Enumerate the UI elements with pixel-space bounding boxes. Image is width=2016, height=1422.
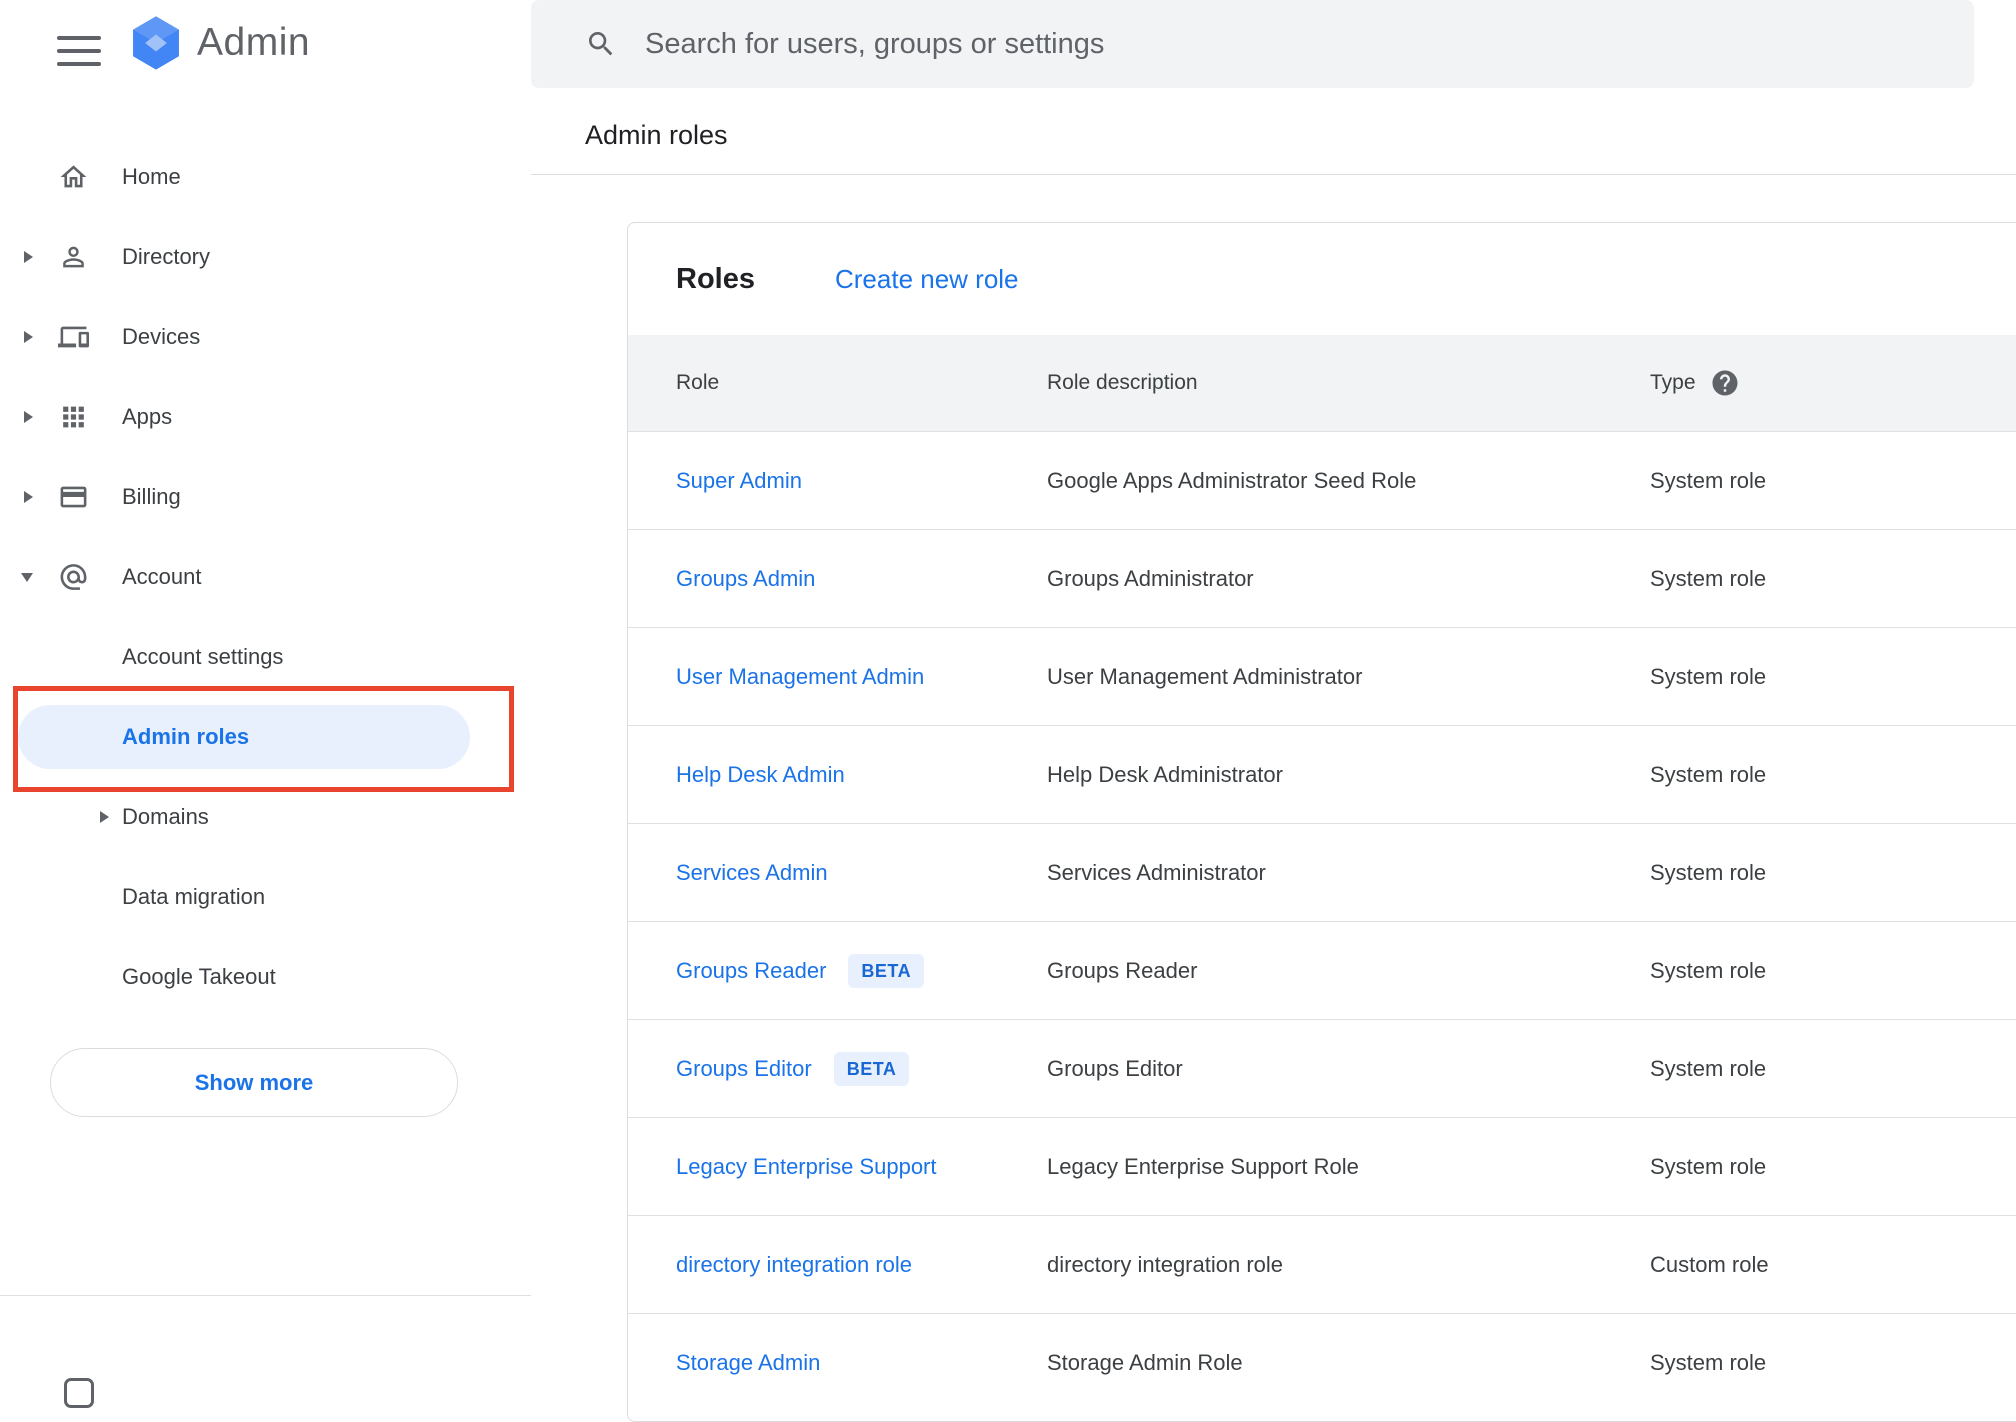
expand-arrow-icon[interactable]: [24, 251, 33, 263]
role-description: Groups Administrator: [1047, 565, 1254, 591]
expand-arrow-icon[interactable]: [24, 331, 33, 343]
role-link[interactable]: Super Admin: [676, 468, 802, 494]
sidebar-divider: [0, 1295, 531, 1296]
sidebar-item-label: Billing: [122, 484, 181, 509]
sidebar-item-account-settings[interactable]: Account settings: [0, 617, 531, 697]
role-description: directory integration role: [1047, 1251, 1284, 1277]
role-link[interactable]: Groups Reader: [676, 958, 826, 984]
sidebar-item-data-migration[interactable]: Data migration: [0, 857, 531, 937]
header-divider: [531, 174, 2016, 175]
sidebar-item-label: Domains: [122, 804, 209, 829]
role-type: System role: [1650, 663, 1767, 689]
role-type: System role: [1650, 565, 1767, 591]
sidebar-item-apps[interactable]: Apps: [0, 377, 531, 457]
sidebar-item-label: Home: [122, 164, 181, 189]
sidebar-item-billing[interactable]: Billing: [0, 457, 531, 537]
expand-arrow-icon[interactable]: [24, 411, 33, 423]
role-type: System role: [1650, 1349, 1767, 1375]
role-link[interactable]: User Management Admin: [676, 664, 924, 690]
sidebar-item-label: Account: [122, 564, 202, 589]
sidebar-item-domains[interactable]: Domains: [0, 777, 531, 857]
role-description: User Management Administrator: [1047, 663, 1363, 689]
sidebar-item-label: Google Takeout: [122, 964, 276, 989]
sidebar-item-devices[interactable]: Devices: [0, 297, 531, 377]
role-link[interactable]: Legacy Enterprise Support: [676, 1154, 937, 1180]
roles-title: Roles: [676, 262, 755, 295]
table-header-row: Role Role description Type: [628, 335, 2016, 431]
expand-arrow-icon[interactable]: [100, 811, 109, 823]
collapse-arrow-icon[interactable]: [21, 573, 33, 583]
menu-icon[interactable]: [57, 36, 101, 66]
role-description: Groups Editor: [1047, 1055, 1183, 1081]
role-description: Services Administrator: [1047, 859, 1266, 885]
column-header-type: Type: [1650, 371, 1696, 394]
billing-card-icon: [58, 482, 89, 513]
apps-grid-icon: [58, 402, 89, 433]
role-type: System role: [1650, 1153, 1767, 1179]
table-row: Services Admin Services Administrator Sy…: [628, 823, 2016, 921]
home-icon: [58, 162, 89, 193]
search-icon: [589, 32, 613, 56]
role-link[interactable]: Help Desk Admin: [676, 762, 845, 788]
table-row: User Management Admin User Management Ad…: [628, 627, 2016, 725]
table-row: Super Admin Google Apps Administrator Se…: [628, 431, 2016, 529]
table-row: Help Desk Admin Help Desk Administrator …: [628, 725, 2016, 823]
role-link[interactable]: Services Admin: [676, 860, 828, 886]
at-icon: [58, 562, 89, 593]
role-description: Legacy Enterprise Support Role: [1047, 1153, 1359, 1179]
role-link[interactable]: directory integration role: [676, 1252, 912, 1278]
role-type: System role: [1650, 761, 1767, 787]
sidebar-item-label: Admin roles: [122, 724, 250, 749]
sidebar-nav: Home Directory Devices Apps Billing Acco…: [0, 137, 531, 1017]
table-row: Storage Admin Storage Admin Role System …: [628, 1313, 2016, 1411]
beta-badge: BETA: [848, 953, 925, 988]
sidebar-item-label: Account settings: [122, 644, 284, 669]
table-row: Groups Editor BETA Groups Editor System …: [628, 1019, 2016, 1117]
sidebar: Admin Home Directory Devices Apps Billin…: [0, 0, 531, 1408]
role-link[interactable]: Storage Admin: [676, 1350, 820, 1376]
role-description: Groups Reader: [1047, 957, 1198, 983]
role-type: System role: [1650, 1055, 1767, 1081]
column-header-description: Role description: [1047, 371, 1198, 394]
sidebar-item-label: Data migration: [122, 884, 266, 909]
sidebar-item-label: Directory: [122, 244, 211, 269]
sidebar-item-google-takeout[interactable]: Google Takeout: [0, 937, 531, 1017]
sidebar-item-label: Devices: [122, 324, 201, 349]
sidebar-item-account[interactable]: Account: [0, 537, 531, 617]
table-row: Groups Admin Groups Administrator System…: [628, 529, 2016, 627]
partial-bottom-icon: [64, 1378, 94, 1408]
expand-arrow-icon[interactable]: [24, 491, 33, 503]
admin-hexagon-icon: [133, 16, 179, 70]
role-description: Google Apps Administrator Seed Role: [1047, 467, 1417, 493]
role-type: System role: [1650, 859, 1767, 885]
table-row: Groups Reader BETA Groups Reader System …: [628, 921, 2016, 1019]
devices-icon: [58, 322, 89, 353]
roles-card: Roles Create new role Role Role descript…: [627, 222, 2016, 1422]
page-title: Admin roles: [585, 120, 728, 150]
sidebar-item-directory[interactable]: Directory: [0, 217, 531, 297]
sidebar-item-label: Apps: [122, 404, 173, 429]
roles-card-header: Roles Create new role: [628, 223, 2016, 335]
role-type: System role: [1650, 957, 1767, 983]
role-link[interactable]: Groups Admin: [676, 566, 815, 592]
role-description: Storage Admin Role: [1047, 1349, 1243, 1375]
create-new-role-link[interactable]: Create new role: [835, 264, 1019, 295]
column-header-role: Role: [676, 371, 720, 394]
help-icon[interactable]: [1710, 368, 1740, 398]
admin-logo-text: Admin: [197, 21, 311, 64]
role-link[interactable]: Groups Editor: [676, 1056, 812, 1082]
show-more-button[interactable]: Show more: [50, 1048, 458, 1117]
role-description: Help Desk Administrator: [1047, 761, 1283, 787]
person-icon: [58, 242, 89, 273]
beta-badge: BETA: [833, 1051, 910, 1086]
sidebar-item-home[interactable]: Home: [0, 137, 531, 217]
search-bar[interactable]: [531, 0, 1974, 88]
sidebar-item-admin-roles[interactable]: Admin roles: [0, 697, 531, 777]
role-type: Custom role: [1650, 1251, 1769, 1277]
role-type: System role: [1650, 467, 1767, 493]
admin-logo[interactable]: Admin: [127, 14, 310, 72]
table-row: directory integration role directory int…: [628, 1215, 2016, 1313]
search-input[interactable]: [645, 27, 1895, 61]
table-row: Legacy Enterprise Support Legacy Enterpr…: [628, 1117, 2016, 1215]
